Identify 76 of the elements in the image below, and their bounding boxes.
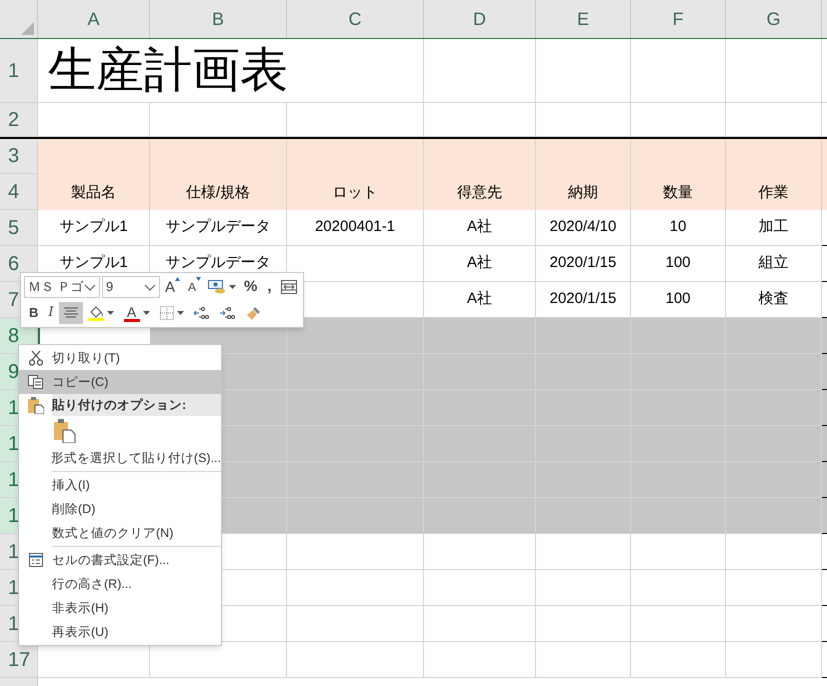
chevron-down-icon <box>84 284 96 290</box>
table-cell: 組立 <box>726 246 822 282</box>
up-arrow-icon <box>196 277 202 281</box>
column-heading-cell: 作業 <box>726 174 822 210</box>
column-header[interactable]: A <box>38 0 150 38</box>
menu-item[interactable]: 形式を選択して貼り付け(S)... <box>19 446 221 470</box>
caret-icon <box>142 311 150 315</box>
row-header[interactable]: 2 <box>0 103 38 137</box>
center-align-button[interactable] <box>58 302 83 324</box>
table-cell: A社 <box>424 210 536 246</box>
table-cell: 加工 <box>726 210 822 246</box>
caret-icon <box>176 311 184 315</box>
table-cell: 2020/1/15 <box>536 246 631 282</box>
column-heading-cell: 仕様/規格 <box>150 174 287 210</box>
menu-item[interactable]: コピー(C) <box>19 370 221 394</box>
copy-icon <box>28 375 44 389</box>
table-cell: 100 <box>631 282 726 318</box>
cell-format-icon <box>28 553 42 567</box>
column-header[interactable]: B <box>150 0 287 38</box>
decimal-icon <box>194 305 210 321</box>
menu-item[interactable]: 数式と値のクリア(N) <box>19 521 221 545</box>
table-cell: 20200401-1 <box>287 210 424 246</box>
menu-item[interactable]: 非表示(H) <box>19 596 221 620</box>
table-cell: サンプルデータ <box>150 210 287 246</box>
decimal-icon <box>220 305 236 321</box>
chevron-down-icon <box>144 284 156 290</box>
table-cell: A社 <box>424 246 536 282</box>
center-align-icon <box>64 307 78 319</box>
column-heading-cell: 得意先 <box>424 174 536 210</box>
menu-item[interactable]: 行の高さ(R)... <box>19 572 221 596</box>
table-cell: 2020/1/15 <box>536 282 631 318</box>
borders-icon <box>160 306 174 320</box>
table-cell: 10 <box>631 210 726 246</box>
italic-button[interactable]: I <box>43 302 59 324</box>
table-cell: サンプル1 <box>38 210 150 246</box>
clipboard-icon <box>54 419 76 443</box>
column-header[interactable]: F <box>631 0 726 38</box>
menu-item[interactable]: 再表示(U) <box>19 620 221 644</box>
table-cell: A社 <box>424 282 536 318</box>
column-heading-cell: 納期 <box>536 174 631 210</box>
column-heading-cell: 製品名 <box>38 174 150 210</box>
clipboard-icon <box>28 396 44 414</box>
font-size-field[interactable]: 9 <box>102 276 160 298</box>
row-header[interactable]: 17 <box>0 642 38 678</box>
caret-icon <box>229 285 236 289</box>
menu-section-header: 貼り付けのオプション: <box>52 394 221 416</box>
font-color-button[interactable]: A <box>118 302 155 324</box>
column-header[interactable]: D <box>424 0 536 38</box>
column-header[interactable]: G <box>726 0 822 38</box>
paintbrush-icon <box>246 305 262 321</box>
scissors-icon <box>28 350 42 366</box>
table-cell: 検査 <box>726 282 822 318</box>
table-cell: 100 <box>631 246 726 282</box>
column-heading-cell: ロット <box>287 174 424 210</box>
row-header[interactable]: 5 <box>0 210 38 246</box>
menu-item[interactable]: 挿入(I) <box>19 473 221 497</box>
table-cell: 2020/4/10 <box>536 210 631 246</box>
paint-bucket-icon <box>88 305 104 321</box>
merge-icon <box>280 280 297 294</box>
color-bar <box>124 318 140 322</box>
money-icon <box>208 280 226 294</box>
menu-item[interactable]: 削除(D) <box>19 497 221 521</box>
column-header[interactable]: C <box>287 0 424 38</box>
row-header[interactable]: 4 <box>0 174 38 210</box>
font-name-field[interactable]: ＭＳ Ｐゴ <box>24 276 100 298</box>
caret-icon <box>106 311 114 315</box>
font-color-letter: A <box>126 304 136 318</box>
up-arrow-icon <box>175 277 180 281</box>
row-header[interactable]: 3 <box>0 139 38 174</box>
menu-item[interactable]: セルの書式設定(F)... <box>19 548 221 572</box>
paste-option-button[interactable] <box>52 417 78 445</box>
row-header-strip <box>0 678 38 686</box>
row-header[interactable]: 1 <box>0 39 38 103</box>
corner-triangle-icon <box>21 22 34 35</box>
column-heading-cell: 数量 <box>631 174 726 210</box>
column-header[interactable]: E <box>536 0 631 38</box>
